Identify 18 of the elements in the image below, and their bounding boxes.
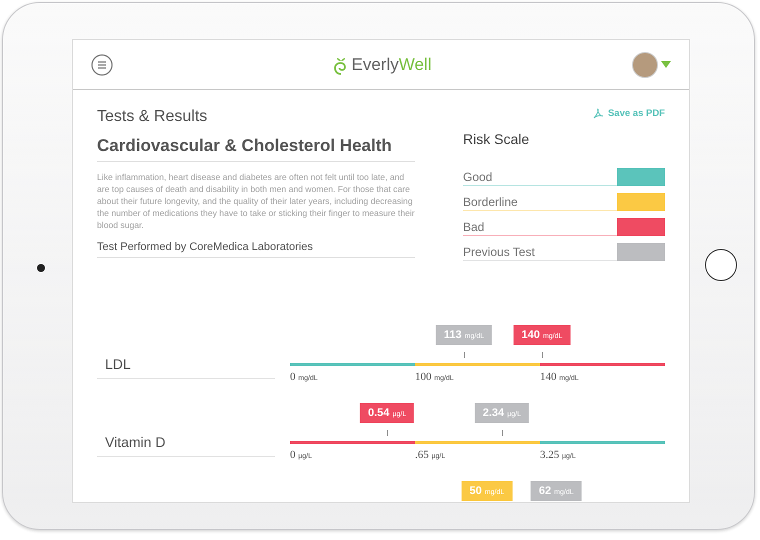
save-pdf-link[interactable]: Save as PDF: [463, 108, 665, 119]
legend-label: Borderline: [463, 195, 617, 211]
risk-scale-title: Risk Scale: [463, 131, 530, 147]
menu-icon[interactable]: [91, 54, 113, 76]
test-title: Cardiovascular & Cholesterol Health: [97, 136, 415, 162]
legend-label: Bad: [463, 220, 617, 236]
test-name: Vitamin D: [97, 434, 275, 457]
legend-label: Previous Test: [463, 245, 617, 261]
section-title: Tests & Results: [97, 108, 208, 126]
pdf-icon: [592, 108, 604, 119]
brand-name: EverlyWell: [352, 54, 432, 74]
home-button[interactable]: [705, 249, 737, 281]
legend-label: Good: [463, 170, 617, 186]
lab-text: Test Performed by CoreMedica Laboratories: [97, 241, 415, 258]
test-name: LDL: [97, 356, 275, 379]
avatar-icon[interactable]: [632, 52, 658, 78]
camera-icon: [37, 264, 45, 272]
description-text: Like inflammation, heart disease and diabetes are often not felt until too late, and are top causes of death and disability in both men and women. For those that care about their future longevity, and the quality of their later years, including decreasing the number of medications they have to take or sticking their finger to measure their blood sugar.: [97, 171, 415, 231]
